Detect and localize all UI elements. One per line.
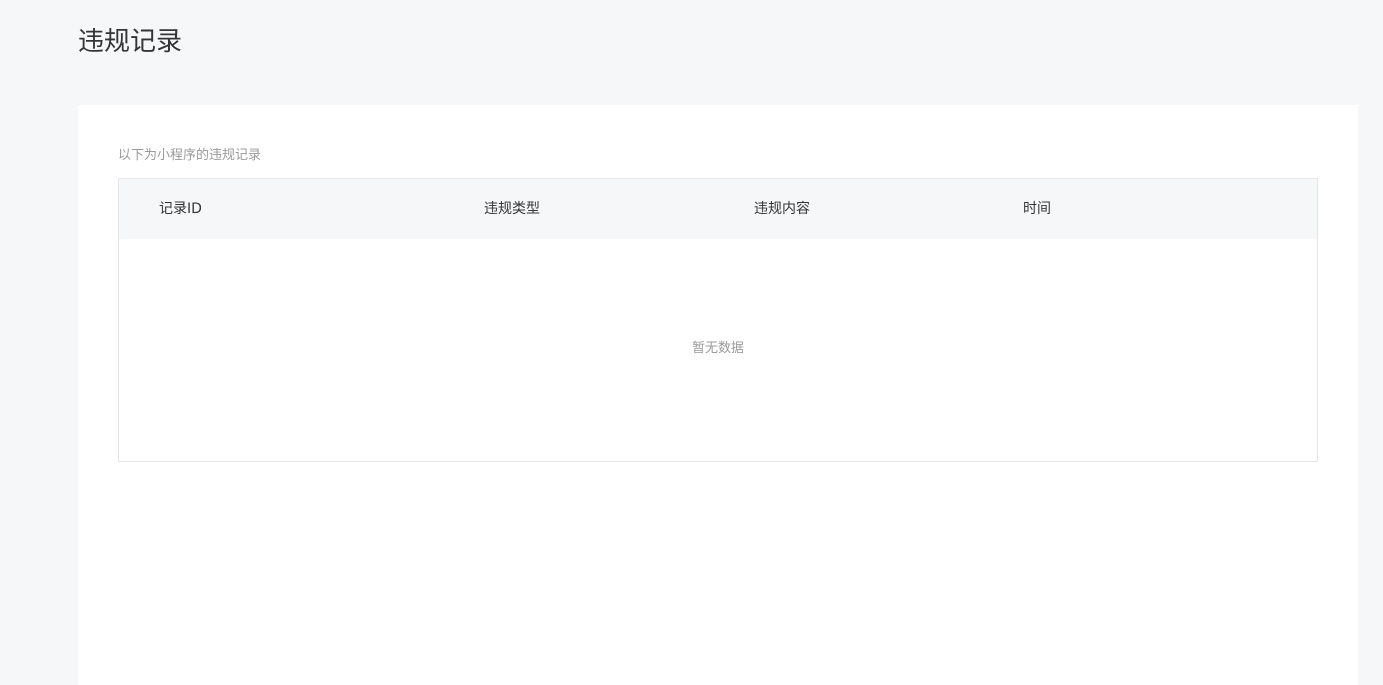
table-header: 记录ID 违规类型 违规内容 时间 xyxy=(119,179,1317,239)
column-header-record-id: 记录ID xyxy=(159,201,202,217)
violation-records-page: 违规记录 以下为小程序的违规记录 记录ID 违规类型 违规内容 时间 暂无数据 xyxy=(0,0,1383,685)
empty-state-text: 暂无数据 xyxy=(691,341,744,356)
page-title: 违规记录 xyxy=(78,27,183,57)
column-header-violation-type: 违规类型 xyxy=(484,201,540,217)
table-body: 暂无数据 xyxy=(119,239,1317,461)
violation-records-table: 记录ID 违规类型 违规内容 时间 暂无数据 xyxy=(118,178,1318,462)
column-header-violation-content: 违规内容 xyxy=(754,201,810,217)
records-card: 以下为小程序的违规记录 记录ID 违规类型 违规内容 时间 暂无数据 xyxy=(78,105,1358,685)
column-header-time: 时间 xyxy=(1023,201,1051,217)
card-description: 以下为小程序的违规记录 xyxy=(118,148,262,163)
